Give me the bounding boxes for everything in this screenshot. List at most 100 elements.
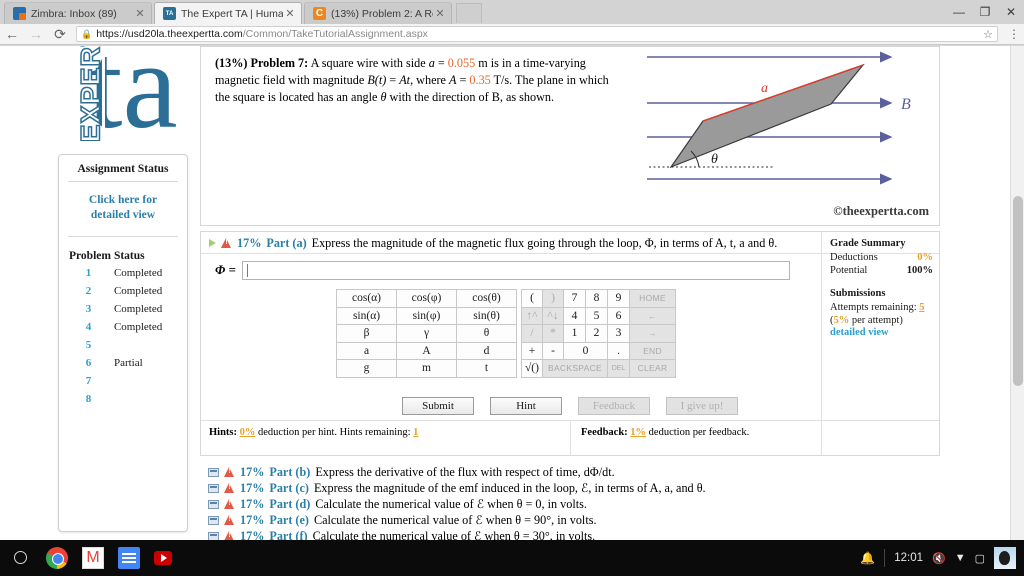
youtube-icon[interactable] (154, 547, 176, 569)
value-A: 0.35 (469, 73, 491, 87)
key-5[interactable]: 5 (585, 306, 608, 325)
part-c-row[interactable]: 17% Part (c) Express the magnitude of th… (208, 480, 938, 496)
key-t[interactable]: t (456, 359, 517, 378)
problem-number[interactable]: 7 (65, 372, 112, 390)
answer-input[interactable] (241, 260, 790, 280)
problem-number[interactable]: 8 (65, 390, 112, 408)
tab-expert-ta[interactable]: The Expert TA | Human- ✕ (154, 2, 302, 24)
key-cos-phi[interactable]: cos(φ) (396, 289, 457, 308)
hints-remaining: 1 (413, 427, 419, 438)
key-7[interactable]: 7 (563, 289, 586, 308)
problem-number[interactable]: 3 (65, 300, 112, 318)
docs-icon[interactable] (118, 547, 140, 569)
key-minus[interactable]: - (542, 341, 564, 360)
submit-button[interactable]: Submit (402, 397, 474, 415)
key-arrow-left: ← (629, 306, 676, 325)
problem-statement-box: (13%) Problem 7: A square wire with side… (200, 46, 940, 226)
address-bar[interactable]: 🔒 https://usd20la.theexpertta.com /Commo… (76, 26, 998, 42)
key-theta[interactable]: θ (456, 324, 517, 343)
key-beta[interactable]: β (336, 324, 397, 343)
keypad-row: cos(α) cos(φ) cos(θ) (336, 289, 517, 308)
minimize-button[interactable]: — (946, 0, 972, 24)
key-3[interactable]: 3 (607, 324, 630, 343)
key-gamma[interactable]: γ (396, 324, 457, 343)
warning-icon (224, 483, 235, 493)
gmail-icon[interactable] (82, 547, 104, 569)
close-icon[interactable]: ✕ (283, 7, 297, 20)
close-icon[interactable]: ✕ (433, 7, 447, 20)
key-2[interactable]: 2 (585, 324, 608, 343)
kebab-menu-icon[interactable]: ⋮ (1004, 28, 1024, 40)
key-sin-theta[interactable]: sin(θ) (456, 306, 517, 325)
forward-button[interactable]: → (24, 24, 48, 45)
key-cos-theta[interactable]: cos(θ) (456, 289, 517, 308)
table-row[interactable]: 5 (65, 336, 181, 354)
key-8[interactable]: 8 (585, 289, 608, 308)
table-row[interactable]: 1 Completed (65, 264, 181, 282)
problem-number[interactable]: 5 (65, 336, 112, 354)
key-d[interactable]: d (456, 341, 517, 360)
key-paren-open[interactable]: ( (521, 289, 543, 308)
problem-number[interactable]: 2 (65, 282, 112, 300)
key-9[interactable]: 9 (607, 289, 630, 308)
tab-title: Zimbra: Inbox (89) (31, 7, 117, 20)
table-row[interactable]: 8 (65, 390, 181, 408)
problem-status: Completed (113, 321, 163, 333)
star-icon[interactable]: ☆ (983, 28, 993, 41)
key-sin-phi[interactable]: sin(φ) (396, 306, 457, 325)
battery-icon[interactable]: ▢ (975, 552, 985, 565)
key-plus[interactable]: + (521, 341, 543, 360)
scrollbar-thumb[interactable] (1013, 196, 1023, 386)
new-tab-button[interactable] (456, 3, 482, 23)
problem-number[interactable]: 1 (65, 264, 112, 282)
key-0[interactable]: 0 (563, 341, 608, 360)
speaker-muted-icon[interactable]: 🔇 (932, 552, 946, 565)
vertical-scrollbar[interactable] (1010, 46, 1024, 540)
key-A[interactable]: A (396, 341, 457, 360)
detailed-view-link[interactable]: detailed view (830, 327, 933, 338)
table-row[interactable]: 2 Completed (65, 282, 181, 300)
table-row[interactable]: 3 Completed (65, 300, 181, 318)
key-1[interactable]: 1 (563, 324, 586, 343)
wifi-icon[interactable]: ▼ (955, 552, 966, 564)
key-g[interactable]: g (336, 359, 397, 378)
deductions-row: Deductions 0% (830, 251, 933, 264)
table-row[interactable]: 4 Completed (65, 318, 181, 336)
key-decimal[interactable]: . (607, 341, 630, 360)
chrome-icon[interactable] (46, 547, 68, 569)
key-sin-alpha[interactable]: sin(α) (336, 306, 397, 325)
problem-number[interactable]: 6 (65, 354, 112, 372)
back-button[interactable]: ← (0, 24, 24, 45)
warning-icon (224, 531, 235, 540)
part-f-row[interactable]: 17% Part (f) Calculate the numerical val… (208, 528, 938, 540)
column-header-problem: Problem (69, 250, 111, 262)
problem-text: (13%) Problem 7: A square wire with side… (215, 55, 625, 106)
tab-zimbra[interactable]: Zimbra: Inbox (89) ✕ (4, 2, 152, 24)
problem-number[interactable]: 4 (65, 318, 112, 336)
activities-icon[interactable] (10, 547, 32, 569)
play-triangle-icon[interactable] (209, 239, 216, 247)
part-e-row[interactable]: 17% Part (e) Calculate the numerical val… (208, 512, 938, 528)
key-4[interactable]: 4 (563, 306, 586, 325)
part-b-row[interactable]: 17% Part (b) Express the derivative of t… (208, 464, 938, 480)
clock[interactable]: 12:01 (894, 552, 923, 564)
warning-icon (224, 499, 235, 509)
tab-problem-2[interactable]: (13%) Problem 2: A Rect ✕ (304, 2, 452, 24)
diagram-svg: θ a B (647, 51, 911, 185)
hint-button[interactable]: Hint (490, 397, 562, 415)
close-icon[interactable]: ✕ (133, 7, 147, 20)
part-d-row[interactable]: 17% Part (d) Calculate the numerical val… (208, 496, 938, 512)
detailed-view-link[interactable]: Click here for detailed view (65, 182, 181, 236)
close-button[interactable]: ✕ (998, 0, 1024, 24)
key-sqrt[interactable]: √() (521, 359, 543, 378)
key-cos-alpha[interactable]: cos(α) (336, 289, 397, 308)
key-a[interactable]: a (336, 341, 397, 360)
table-row[interactable]: 6 Partial (65, 354, 181, 372)
bell-icon[interactable]: 🔔 (860, 551, 875, 565)
maximize-button[interactable]: ❐ (972, 0, 998, 24)
key-6[interactable]: 6 (607, 306, 630, 325)
key-m[interactable]: m (396, 359, 457, 378)
reload-button[interactable]: ⟳ (48, 24, 72, 45)
penguin-avatar[interactable] (994, 547, 1016, 569)
table-row[interactable]: 7 (65, 372, 181, 390)
